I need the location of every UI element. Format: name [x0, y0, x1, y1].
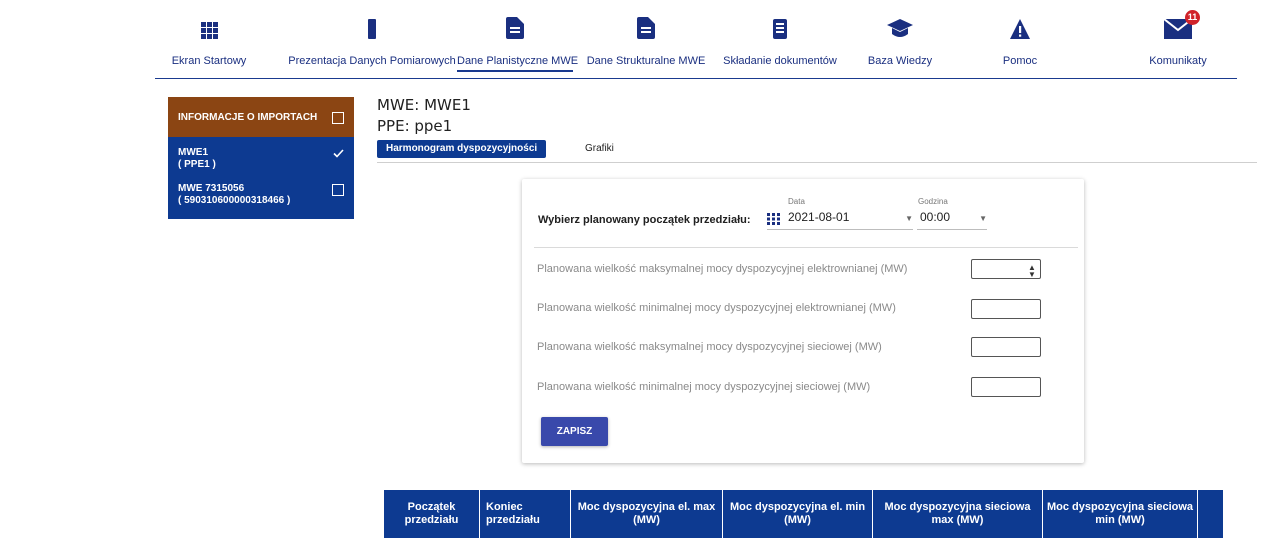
graduation-cap-icon — [887, 19, 913, 44]
nav-label: Pomoc — [1002, 55, 1038, 67]
sidebar-item-subtitle: ( 590310600000318466 ) — [178, 195, 291, 206]
top-navigation: Ekran Startowy Prezentacja Danych Pomiar… — [155, 0, 1237, 79]
grid-icon — [200, 22, 218, 44]
column-header[interactable]: Moc dyspozycyjna sieciowa max (MW) — [873, 490, 1043, 538]
calendar-grid-icon — [767, 212, 780, 230]
checkmark-icon[interactable] — [333, 148, 344, 159]
tab-grafiki[interactable]: Grafiki — [585, 140, 614, 158]
nav-item-ekran-startowy[interactable]: Ekran Startowy — [169, 16, 249, 68]
nav-label: Baza Wiedzy — [867, 55, 933, 67]
sidebar-item-title: MWE 7315056 — [178, 183, 245, 194]
sidebar-item-subtitle: ( PPE1 ) — [178, 159, 216, 170]
nav-item-prezentacja-danych[interactable]: Prezentacja Danych Pomiarowych — [287, 16, 457, 68]
warning-icon — [1010, 19, 1030, 44]
bar-icon — [367, 19, 377, 44]
notification-badge: 11 — [1185, 10, 1200, 25]
document-icon — [637, 17, 655, 44]
sidebar-header-label: INFORMACJE O IMPORTACH — [178, 111, 318, 123]
max-power-plant-label: Planowana wielkość maksymalnej mocy dysp… — [537, 263, 908, 275]
divider — [534, 247, 1078, 248]
header-checkbox[interactable] — [332, 111, 344, 124]
mwe-title: MWE: MWE1 — [377, 96, 471, 114]
date-value: 2021-08-01 — [788, 210, 850, 224]
nav-item-dane-strukturalne[interactable]: Dane Strukturalne MWE — [586, 16, 706, 68]
nav-label: Ekran Startowy — [171, 55, 247, 67]
column-header[interactable]: Moc dyspozycyjna el. min (MW) — [723, 490, 873, 538]
chevron-down-icon: ▼ — [979, 214, 987, 223]
nav-item-baza-wiedzy[interactable]: Baza Wiedzy — [860, 16, 940, 68]
min-power-plant-input[interactable] — [971, 299, 1041, 319]
spinner-arrows-icon[interactable]: ▲ ▼ — [1028, 264, 1036, 279]
item-checkbox[interactable] — [332, 184, 344, 196]
nav-item-pomoc[interactable]: Pomoc — [990, 16, 1050, 68]
column-header-extra — [1198, 490, 1223, 538]
nav-label: Dane Planistyczne MWE — [457, 55, 578, 72]
min-power-plant-label: Planowana wielkość minimalnej mocy dyspo… — [537, 302, 896, 314]
tab-harmonogram[interactable]: Harmonogram dyspozycyjności — [377, 140, 547, 158]
time-value: 00:00 — [920, 210, 951, 224]
max-power-grid-label: Planowana wielkość maksymalnej mocy dysp… — [537, 341, 882, 353]
nav-item-dane-planistyczne[interactable]: Dane Planistyczne MWE — [457, 16, 578, 72]
nav-label: Prezentacja Danych Pomiarowych — [288, 55, 456, 67]
document-icon — [506, 17, 524, 44]
envelope-icon: 11 — [1163, 10, 1200, 44]
chevron-down-icon: ▼ — [905, 214, 913, 223]
date-picker[interactable]: 2021-08-01 ▼ — [767, 205, 913, 230]
schedule-form-card: Wybierz planowany początek przedziału: D… — [522, 179, 1084, 463]
interval-start-label: Wybierz planowany początek przedziału: — [538, 214, 751, 226]
list-document-icon — [773, 19, 787, 44]
sidebar-header[interactable]: INFORMACJE O IMPORTACH — [168, 97, 354, 137]
sidebar-item-title: MWE1 — [178, 147, 208, 158]
sidebar-item-mwe1[interactable]: MWE1 ( PPE1 ) — [168, 141, 354, 177]
nav-item-skladanie-dokumentow[interactable]: Składanie dokumentów — [720, 16, 840, 68]
column-header[interactable]: Moc dyspozycyjna el. max (MW) — [571, 490, 723, 538]
column-header[interactable]: Moc dyspozycyjna sieciowa min (MW) — [1043, 490, 1198, 538]
nav-label: Komunikaty — [1149, 55, 1207, 67]
nav-label: Składanie dokumentów — [723, 55, 837, 67]
nav-item-komunikaty[interactable]: 11 Komunikaty — [1138, 10, 1218, 68]
import-sidebar: INFORMACJE O IMPORTACH MWE1 ( PPE1 ) MWE… — [168, 97, 354, 219]
save-button[interactable]: ZAPISZ — [541, 417, 608, 446]
results-table-header: Początek przedziału Koniec przedziału Mo… — [384, 490, 1223, 538]
min-power-grid-label: Planowana wielkość minimalnej mocy dyspo… — [537, 381, 871, 393]
tab-bar: Harmonogram dyspozycyjności Grafiki — [377, 140, 1257, 163]
max-power-grid-input[interactable] — [971, 337, 1041, 357]
nav-label: Dane Strukturalne MWE — [586, 55, 706, 67]
column-header[interactable]: Początek przedziału — [384, 490, 480, 538]
min-power-grid-input[interactable] — [971, 377, 1041, 397]
column-header[interactable]: Koniec przedziału — [480, 490, 571, 538]
sidebar-item-mwe-7315056[interactable]: MWE 7315056 ( 590310600000318466 ) — [168, 177, 354, 213]
sidebar-list: MWE1 ( PPE1 ) MWE 7315056 ( 590310600000… — [168, 137, 354, 219]
ppe-title: PPE: ppe1 — [377, 117, 453, 135]
time-picker[interactable]: 00:00 ▼ — [917, 205, 987, 230]
